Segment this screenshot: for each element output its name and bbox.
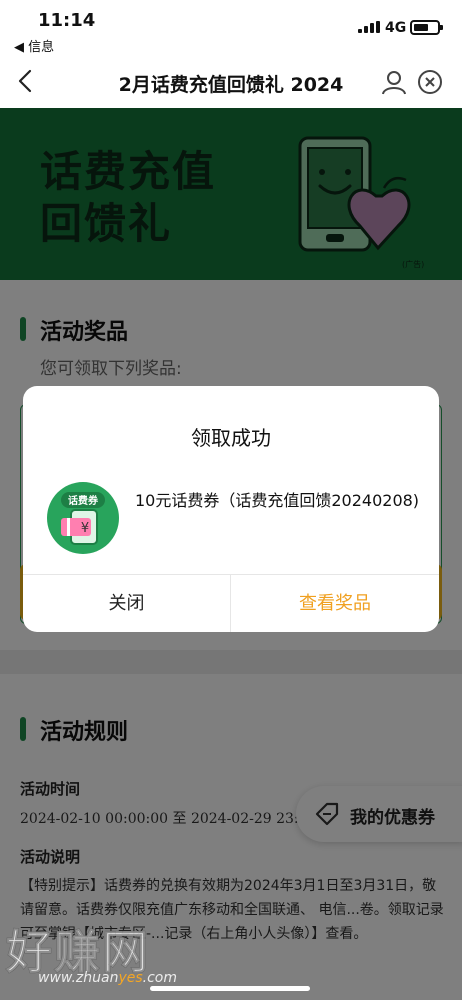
close-icon[interactable] <box>416 68 444 96</box>
prize-name: 10元话费券（话费充值回馈20240208) <box>135 491 420 510</box>
status-bar: 11:14 ◀ 信息 4G <box>0 0 462 56</box>
watermark-url: www.zhuanyes.com <box>38 970 178 986</box>
nav-bar: 2月话费充值回馈礼 2024 <box>0 56 462 108</box>
svg-text:话费券: 话费券 <box>68 494 99 507</box>
site-watermark: 好赚网 www.zhuanyes.com <box>6 916 266 996</box>
network-type: 4G <box>385 20 407 36</box>
phone-bill-coupon-icon: 话费券 ¥ <box>47 482 119 554</box>
battery-icon <box>410 20 443 35</box>
claim-success-dialog: 领取成功 话费券 ¥ 10元话费券（话费充值回馈20240208) 关闭 查看奖… <box>23 386 439 632</box>
signal-icon <box>358 21 380 33</box>
svg-text:¥: ¥ <box>81 521 89 536</box>
view-prize-button[interactable]: 查看奖品 <box>231 575 439 632</box>
back-to-app-link[interactable]: ◀ 信息 <box>14 36 54 55</box>
home-indicator[interactable] <box>150 986 310 991</box>
status-time: 11:14 <box>38 10 96 31</box>
user-icon[interactable] <box>380 68 408 96</box>
close-button[interactable]: 关闭 <box>23 575 230 632</box>
dialog-title: 领取成功 <box>191 426 271 450</box>
